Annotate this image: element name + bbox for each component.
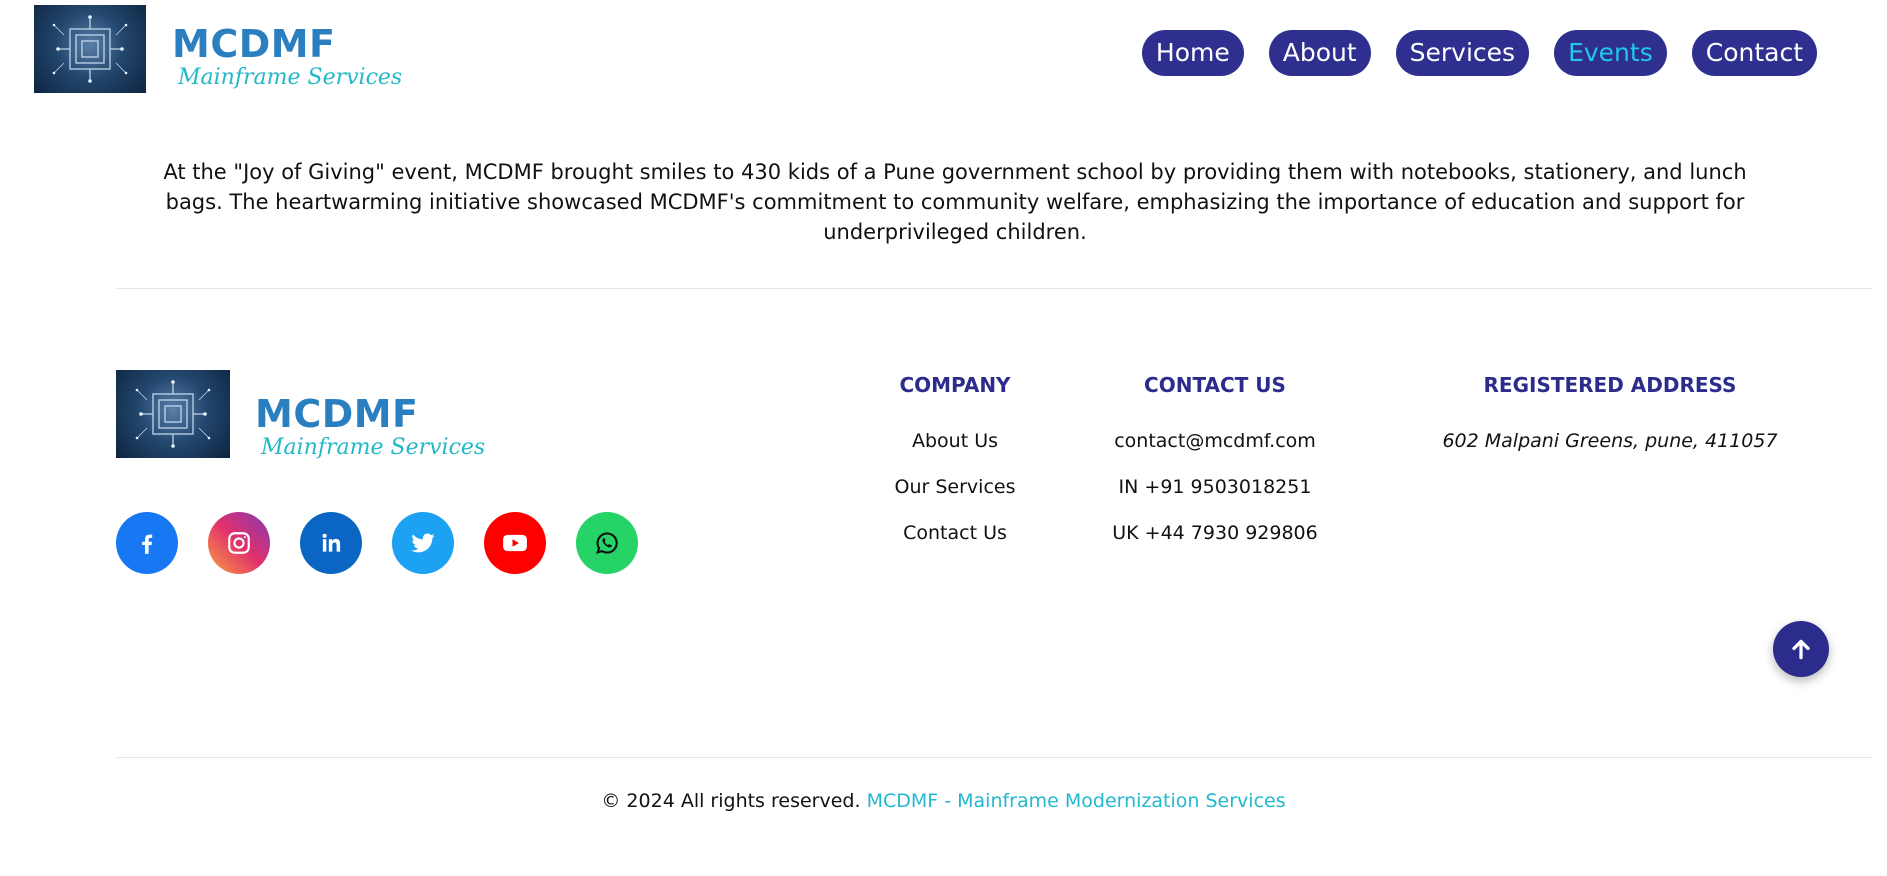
brand-subtitle: Mainframe Services: [178, 65, 403, 90]
nav-services-button[interactable]: Services: [1395, 30, 1530, 76]
footer-divider: [116, 757, 1872, 758]
contact-column: CONTACT US contact@mcdmf.com IN +91 9503…: [1095, 370, 1335, 566]
event-description: At the "Joy of Giving" event, MCDMF brou…: [163, 160, 1747, 244]
footer-brand-wordmark: MCDMF Mainframe Services: [255, 392, 485, 460]
arrow-up-icon: [1792, 639, 1810, 660]
twitter-icon[interactable]: [392, 512, 454, 574]
contact-email-link[interactable]: contact@mcdmf.com: [1095, 428, 1335, 474]
footer-brand-title: MCDMF: [255, 392, 419, 436]
company-column: COMPANY About Us Our Services Contact Us: [880, 370, 1030, 566]
footer-link-our-services[interactable]: Our Services: [880, 474, 1030, 520]
nav-events-button[interactable]: Events: [1554, 30, 1667, 76]
copyright: © 2024 All rights reserved. MCDMF - Main…: [0, 790, 1887, 812]
instagram-icon[interactable]: [208, 512, 270, 574]
brand-wordmark[interactable]: MCDMF Mainframe Services: [172, 22, 402, 90]
divider: [116, 288, 1872, 289]
footer-link-contact-us[interactable]: Contact Us: [880, 520, 1030, 566]
copyright-link[interactable]: MCDMF - Mainframe Modernization Services: [867, 790, 1286, 812]
site-header: MCDMF Mainframe Services Home About Serv…: [0, 0, 1887, 110]
contact-heading: CONTACT US: [1144, 373, 1286, 397]
address-heading: REGISTERED ADDRESS: [1483, 373, 1737, 397]
brand-title: MCDMF: [172, 22, 336, 66]
back-to-top-button[interactable]: [1773, 621, 1829, 677]
youtube-icon[interactable]: [484, 512, 546, 574]
linkedin-icon[interactable]: [300, 512, 362, 574]
nav-contact-button[interactable]: Contact: [1691, 30, 1817, 76]
nav-about-button[interactable]: About: [1268, 30, 1371, 76]
whatsapp-icon[interactable]: [576, 512, 638, 574]
footer-link-about-us[interactable]: About Us: [880, 428, 1030, 474]
contact-phone-uk[interactable]: UK +44 7930 929806: [1095, 520, 1335, 566]
site-logo[interactable]: [34, 5, 146, 93]
footer-brand-subtitle: Mainframe Services: [261, 435, 486, 460]
company-heading: COMPANY: [899, 373, 1011, 397]
nav-home-button[interactable]: Home: [1141, 30, 1244, 76]
footer-logo[interactable]: [116, 370, 230, 458]
registered-address: 602 Malpani Greens, pune, 411057: [1442, 430, 1778, 452]
main-nav: Home About Services Events Contact: [1141, 30, 1817, 76]
copyright-text: © 2024 All rights reserved.: [601, 790, 861, 812]
contact-phone-in[interactable]: IN +91 9503018251: [1095, 474, 1335, 520]
address-column: REGISTERED ADDRESS 602 Malpani Greens, p…: [1430, 370, 1790, 474]
social-links: [116, 512, 638, 574]
facebook-icon[interactable]: [116, 512, 178, 574]
